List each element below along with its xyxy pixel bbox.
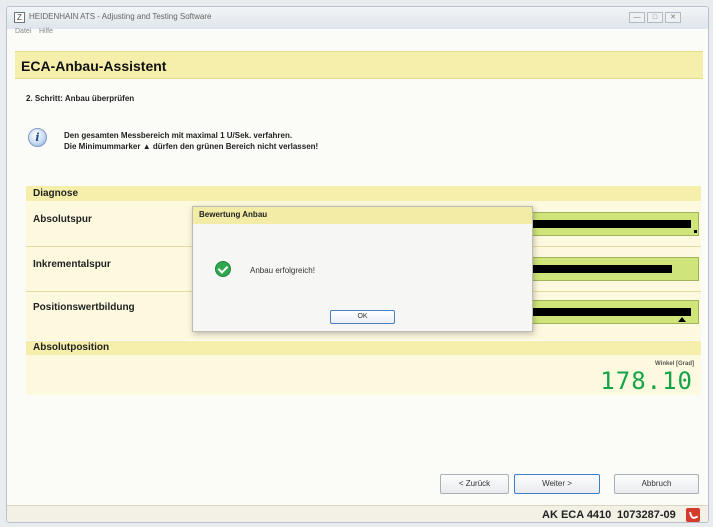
step-title: 2. Schritt: Anbau überprüfen — [26, 94, 135, 103]
absolutspur-minimum-marker — [694, 230, 697, 233]
menu-hilfe[interactable]: Hilfe — [39, 28, 53, 35]
row-label-inkrementalspur: Inkrementalspur — [33, 259, 111, 270]
evaluation-dialog: Bewertung Anbau Anbau erfolgreich! OK — [192, 206, 533, 332]
instruction-line-1: Den gesamten Messbereich mit maximal 1 U… — [64, 131, 293, 140]
close-icon[interactable]: ✕ — [665, 12, 681, 23]
next-button[interactable]: Weiter > — [514, 474, 600, 494]
maximize-icon[interactable]: □ — [647, 12, 663, 23]
ok-button[interactable]: OK — [330, 310, 395, 324]
device-serial: 1073287-09 — [617, 509, 676, 521]
app-window: Z HEIDENHAIN ATS - Adjusting and Testing… — [6, 6, 709, 523]
menu-datei[interactable]: Datei — [15, 28, 31, 35]
back-button[interactable]: < Zurück — [440, 474, 509, 494]
info-icon: i — [28, 128, 47, 147]
wizard-header: ECA-Anbau-Assistent — [15, 51, 703, 79]
diagnose-header: Diagnose — [26, 186, 701, 201]
minimize-icon[interactable]: — — [629, 12, 645, 23]
menu-bar: Datei Hilfe — [7, 26, 708, 40]
status-bar: AK ECA 4410 1073287-09 — [7, 505, 708, 522]
cancel-button[interactable]: Abbruch — [614, 474, 699, 494]
device-model: AK ECA 4410 — [542, 509, 612, 521]
status-icon[interactable] — [686, 508, 700, 522]
absolute-position-panel: Absolutposition Winkel [Grad] 178.10 — [26, 341, 701, 395]
app-logo-icon: Z — [14, 12, 25, 23]
row-label-positionswertbildung: Positionswertbildung — [33, 302, 135, 313]
absolute-position-title: Absolutposition — [33, 342, 110, 353]
page-title: ECA-Anbau-Assistent — [21, 58, 167, 74]
window-title: HEIDENHAIN ATS - Adjusting and Testing S… — [29, 12, 212, 21]
row-label-absolutspur: Absolutspur — [33, 214, 92, 225]
instruction-line-2: Die Minimummarker ▲ dürfen den grünen Be… — [64, 142, 319, 151]
minimum-marker-triangle — [678, 317, 686, 322]
absolute-position-header: Absolutposition — [26, 341, 701, 355]
diagnose-title: Diagnose — [33, 188, 79, 199]
dialog-title-bar: Bewertung Anbau — [193, 207, 532, 224]
check-icon — [215, 261, 231, 277]
dialog-title: Bewertung Anbau — [199, 210, 268, 219]
angle-value: 178.10 — [600, 367, 693, 395]
dialog-message: Anbau erfolgreich! — [250, 266, 315, 275]
